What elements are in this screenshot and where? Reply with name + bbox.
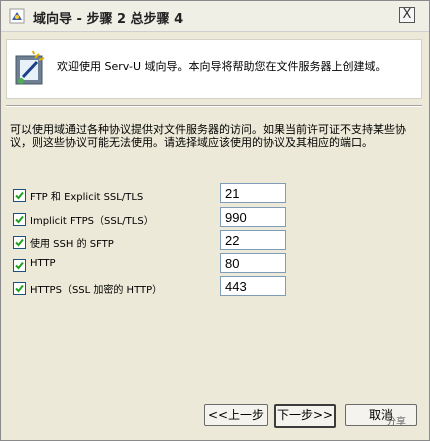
https-label: HTTPS（SSL 加密的 HTTP） [30,285,163,296]
title-bar: 域向导 - 步骤 2 总步骤 4 X [1,1,429,32]
ftps-port-input[interactable] [220,207,286,227]
welcome-message: 欢迎使用 Serv-U 域向导。本向导将帮助您在文件服务器上创建域。 [57,60,387,73]
checkmark-icon [15,238,24,247]
ftps-checkbox[interactable] [13,213,26,226]
next-button[interactable]: 下一步>> [274,404,336,428]
header-divider [6,105,422,107]
ftp-checkbox[interactable] [13,189,26,202]
ftp-label: FTP 和 Explicit SSL/TLS [30,192,144,203]
checkmark-icon [15,261,24,270]
checkmark-icon [15,191,24,200]
sftp-port-input[interactable] [220,230,286,250]
back-button[interactable]: <<上一步 [204,404,268,426]
ftps-label: Implicit FTPS（SSL/TLS） [30,216,154,227]
http-port-input[interactable] [220,253,286,273]
protocol-row-ftps[interactable]: Implicit FTPS（SSL/TLS） [13,207,286,231]
cancel-button[interactable]: 取消 [345,404,417,426]
ftp-port-input[interactable] [220,183,286,203]
sftp-label: 使用 SSH 的 SFTP [30,239,114,250]
http-label: HTTP [30,258,56,269]
protocol-row-https[interactable]: HTTPS（SSL 加密的 HTTP） [13,276,286,300]
close-button[interactable]: X [399,7,415,23]
wizard-window: 域向导 - 步骤 2 总步骤 4 X 欢迎使用 Serv-U 域向导。本向导将帮… [0,0,430,441]
protocol-row-http[interactable]: HTTP [13,253,286,277]
welcome-panel: 欢迎使用 Serv-U 域向导。本向导将帮助您在文件服务器上创建域。 [6,39,422,99]
window-title: 域向导 - 步骤 2 总步骤 4 [33,12,184,27]
protocol-row-ftp[interactable]: FTP 和 Explicit SSL/TLS [13,183,286,207]
protocol-row-sftp[interactable]: 使用 SSH 的 SFTP [13,230,286,254]
wizard-icon [9,8,25,24]
https-port-input[interactable] [220,276,286,296]
http-checkbox[interactable] [13,259,26,272]
checkmark-icon [15,215,24,224]
wizard-wand-icon [13,50,47,88]
checkmark-icon [15,284,24,293]
sftp-checkbox[interactable] [13,236,26,249]
share-watermark: 分享 [386,417,406,428]
https-checkbox[interactable] [13,282,26,295]
protocol-description: 可以使用域通过各种协议提供对文件服务器的访问。如果当前许可证不支持某些协议，则这… [10,123,406,149]
